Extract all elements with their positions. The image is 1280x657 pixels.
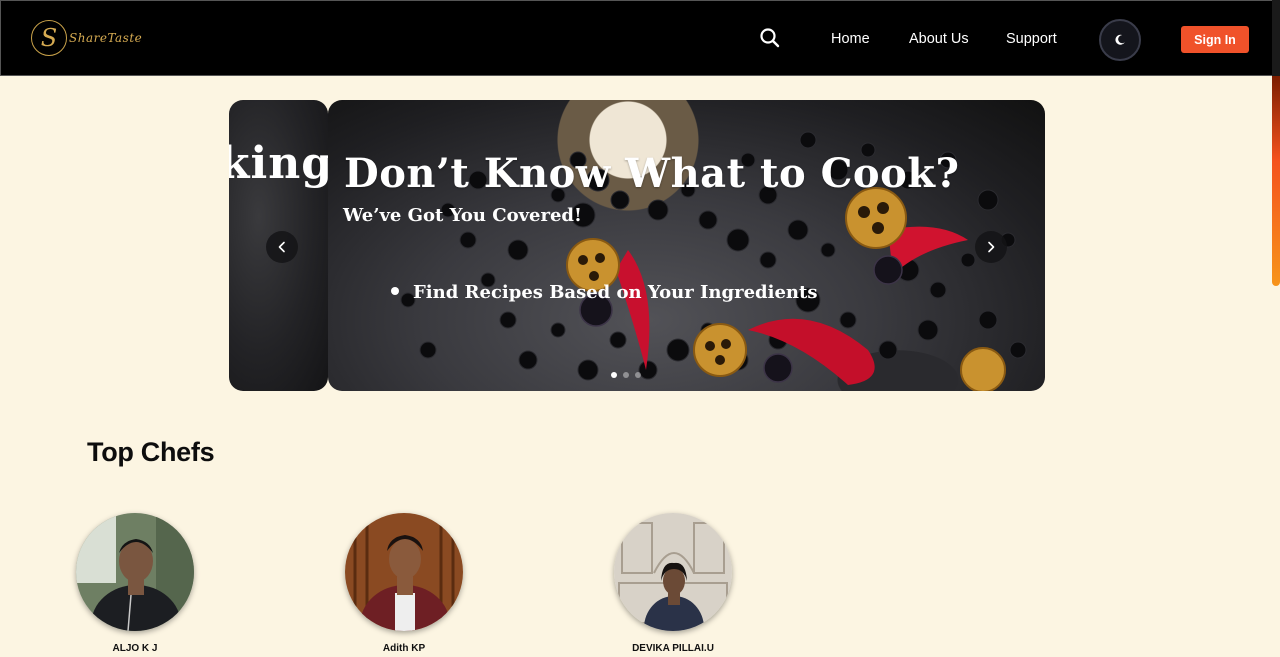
moon-icon bbox=[1115, 34, 1125, 45]
chef-name: ALJO K J bbox=[112, 643, 158, 654]
chef-card[interactable]: ALJO K J bbox=[55, 513, 215, 654]
nav-home[interactable]: Home bbox=[831, 31, 870, 47]
carousel-indicators bbox=[611, 372, 641, 378]
carousel-indicator[interactable] bbox=[635, 372, 641, 378]
logo-mark: S bbox=[31, 20, 67, 56]
nav-support[interactable]: Support bbox=[1006, 31, 1057, 47]
carousel-next-button[interactable] bbox=[975, 231, 1007, 263]
brand-logo[interactable]: S ShareTaste bbox=[31, 19, 151, 57]
chef-card[interactable]: DEVIKA PILLAI.U bbox=[593, 513, 753, 654]
chef-photo bbox=[614, 513, 732, 631]
chef-photo bbox=[76, 513, 194, 631]
scrollbar-track bbox=[1272, 0, 1280, 76]
search-icon bbox=[760, 28, 780, 48]
hero-carousel: king Don’t Know What to Cook? We’ve Got … bbox=[229, 100, 1045, 391]
avatar[interactable] bbox=[614, 513, 732, 631]
slide-previous-text: king bbox=[229, 138, 328, 189]
chef-name: Adith KP bbox=[382, 643, 426, 654]
search-button[interactable] bbox=[759, 27, 783, 51]
chef-photo bbox=[345, 513, 463, 631]
avatar[interactable] bbox=[345, 513, 463, 631]
carousel-prev-button[interactable] bbox=[266, 231, 298, 263]
carousel-slide-active[interactable]: Don’t Know What to Cook? We’ve Got You C… bbox=[328, 100, 1045, 391]
chevron-right-icon bbox=[988, 241, 995, 253]
slide-headline: Don’t Know What to Cook? bbox=[344, 150, 960, 197]
slide-subheadline: We’ve Got You Covered! bbox=[343, 205, 582, 226]
slide-bullet: Find Recipes Based on Your Ingredients bbox=[391, 282, 817, 303]
nav-about-us[interactable]: About Us bbox=[909, 31, 969, 47]
carousel-indicator[interactable] bbox=[611, 372, 617, 378]
chevron-left-icon bbox=[278, 241, 285, 253]
food-photo bbox=[400, 131, 1027, 391]
chef-name: DEVIKA PILLAI.U bbox=[632, 643, 714, 654]
sign-in-button[interactable]: Sign In bbox=[1181, 26, 1249, 53]
theme-toggle-button[interactable] bbox=[1099, 19, 1141, 61]
chef-card[interactable]: Adith KP bbox=[324, 513, 484, 654]
top-chefs-title: Top Chefs bbox=[87, 437, 215, 467]
scrollbar-thumb[interactable] bbox=[1272, 76, 1280, 286]
brand-name: ShareTaste bbox=[69, 31, 143, 45]
carousel-indicator[interactable] bbox=[623, 372, 629, 378]
navbar: S ShareTaste Home About Us Support Sign … bbox=[0, 0, 1280, 76]
avatar[interactable] bbox=[76, 513, 194, 631]
